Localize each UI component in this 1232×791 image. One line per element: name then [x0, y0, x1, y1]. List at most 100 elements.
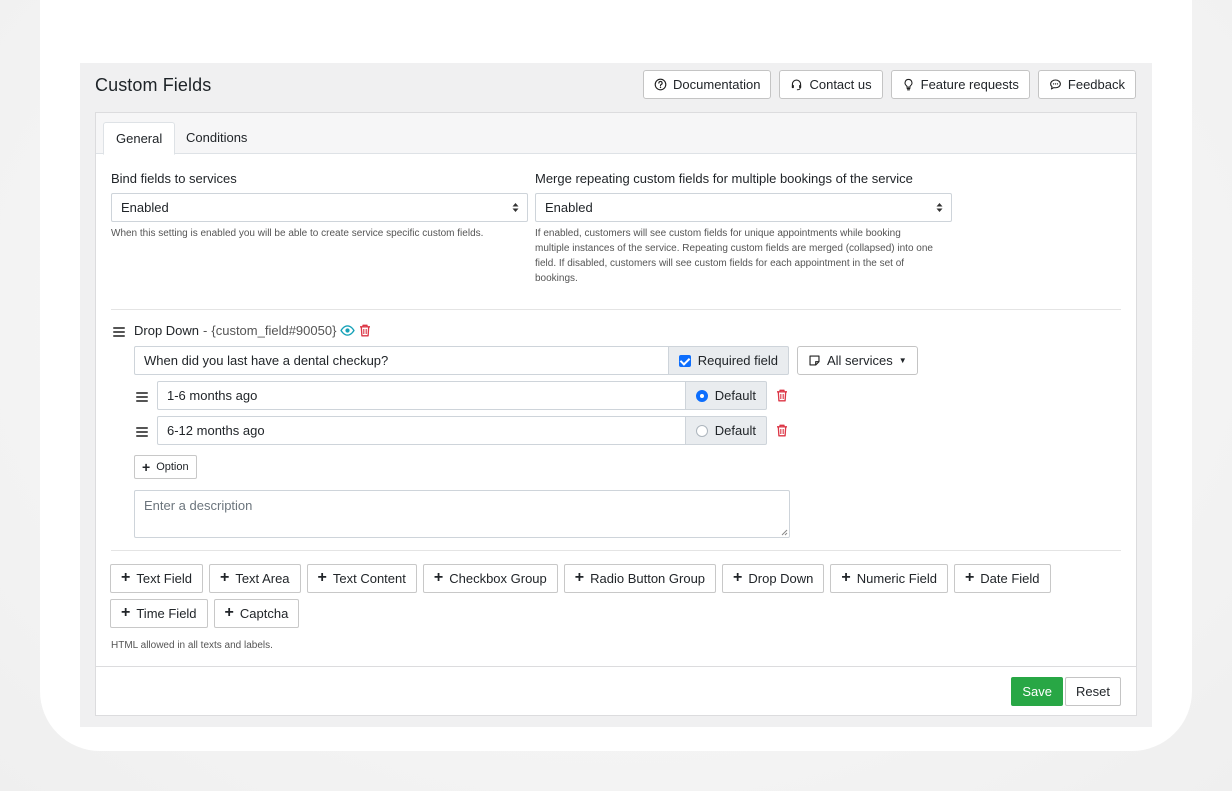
question-input[interactable]: When did you last have a dental checkup? [134, 346, 669, 375]
description-textarea[interactable]: Enter a description [134, 490, 790, 538]
add-time-field-button[interactable]: + Time Field [110, 599, 208, 628]
tab-conditions[interactable]: Conditions [174, 122, 259, 155]
page-title: Custom Fields [95, 75, 212, 95]
plus-icon: + [733, 569, 743, 586]
tabs-bar: General Conditions [96, 113, 1136, 155]
resize-handle-icon[interactable] [781, 529, 788, 536]
add-button-label: Radio Button Group [590, 571, 706, 586]
bind-fields-value: Enabled [121, 200, 169, 215]
add-option-button[interactable]: + Option [134, 455, 197, 479]
option-value-input[interactable]: 1-6 months ago [157, 381, 686, 410]
add-date-field-button[interactable]: + Date Field [953, 564, 1051, 593]
add-radio-button-group-button[interactable]: + Radio Button Group [563, 564, 717, 593]
option-row: 6-12 months ago Default [157, 416, 767, 445]
option-value-input[interactable]: 6-12 months ago [157, 416, 686, 445]
contact-us-button[interactable]: Contact us [779, 70, 883, 99]
drag-handle-icon[interactable] [113, 327, 125, 337]
field-code: {custom_field#90050} [211, 323, 337, 338]
option-row: 1-6 months ago Default [157, 381, 767, 410]
add-button-label: Captcha [239, 606, 289, 621]
settings-panel: General Conditions Bind fields to servic… [95, 112, 1137, 716]
contact-us-label: Contact us [809, 77, 872, 92]
add-button-label: Date Field [980, 571, 1040, 586]
add-text-content-button[interactable]: + Text Content [306, 564, 417, 593]
headset-icon [792, 79, 802, 91]
add-button-label: Drop Down [748, 571, 814, 586]
save-button[interactable]: Save [1011, 677, 1063, 706]
merge-help-line: If enabled, customers will see custom fi… [535, 228, 901, 239]
documentation-label: Documentation [673, 77, 761, 92]
add-text-field-button[interactable]: + Text Field [110, 564, 203, 593]
divider [111, 309, 1121, 310]
trash-icon[interactable] [776, 424, 788, 437]
add-field-buttons: + Text Field + Text Area + Text Content + Ch… [110, 564, 1051, 593]
plus-icon: + [964, 569, 975, 586]
merge-fields-value: Enabled [545, 200, 593, 215]
default-radio[interactable] [695, 389, 708, 402]
documentation-button[interactable]: Documentation [643, 70, 772, 99]
merge-help-line: bookings. [535, 273, 578, 284]
bind-fields-help: When this setting is enabled you will be… [111, 228, 484, 239]
add-text-area-button[interactable]: + Text Area [208, 564, 301, 593]
add-numeric-field-button[interactable]: + Numeric Field [830, 564, 948, 593]
question-input-group: When did you last have a dental checkup?… [134, 346, 789, 375]
merge-fields-help: If enabled, customers will see custom fi… [535, 226, 965, 286]
feedback-button[interactable]: Feedback [1037, 70, 1136, 99]
add-captcha-button[interactable]: + Captcha [213, 599, 300, 628]
plus-icon: + [121, 569, 131, 586]
merge-fields-label: Merge repeating custom fields for multip… [535, 171, 913, 186]
panel-footer: Save Reset [96, 666, 1136, 715]
chat-icon [1050, 79, 1061, 90]
drag-handle-icon[interactable] [136, 392, 148, 402]
merge-fields-select[interactable]: Enabled [535, 193, 952, 222]
required-field-label: Required field [697, 353, 778, 368]
add-button-label: Text Content [332, 571, 406, 586]
add-button-label: Text Area [235, 571, 290, 586]
default-toggle[interactable]: Default [685, 416, 767, 445]
add-button-label: Numeric Field [856, 571, 937, 586]
required-field-toggle[interactable]: Required field [668, 346, 789, 375]
reset-button[interactable]: Reset [1065, 677, 1121, 706]
eye-icon[interactable] [340, 325, 356, 336]
plus-icon: + [224, 604, 234, 621]
feedback-label: Feedback [1067, 77, 1125, 92]
header-toolbar: Documentation Contact us Feature request… [643, 70, 1136, 99]
plus-icon: + [841, 569, 851, 586]
plus-icon: + [574, 569, 585, 586]
add-button-label: Checkbox Group [449, 571, 547, 586]
add-field-buttons-row2: + Time Field + Captcha [110, 599, 300, 628]
bind-fields-select[interactable]: Enabled [111, 193, 528, 222]
note-icon [809, 355, 820, 366]
plus-icon: + [121, 604, 131, 621]
plus-icon: + [142, 458, 151, 475]
plus-icon: + [317, 569, 327, 586]
custom-fields-app: Custom Fields Documentation Contact us F… [80, 63, 1152, 727]
description-placeholder: Enter a description [144, 498, 253, 513]
trash-icon[interactable] [359, 324, 371, 337]
plus-icon: + [433, 569, 444, 586]
field-separator: - [203, 323, 208, 338]
add-checkbox-group-button[interactable]: + Checkbox Group [422, 564, 558, 593]
default-radio[interactable] [695, 424, 708, 437]
merge-help-line: field. If disabled, customers will see c… [535, 258, 905, 269]
lightbulb-icon [904, 78, 913, 91]
drag-handle-icon[interactable] [136, 427, 148, 437]
add-drop-down-button[interactable]: + Drop Down [722, 564, 825, 593]
default-toggle[interactable]: Default [685, 381, 767, 410]
trash-icon[interactable] [776, 389, 788, 402]
question-circle-icon [654, 78, 667, 91]
add-option-label: Option [156, 461, 189, 473]
select-arrows-icon [936, 202, 943, 213]
feature-requests-button[interactable]: Feature requests [890, 70, 1030, 99]
caret-down-icon: ▼ [898, 356, 907, 365]
required-checkbox[interactable] [678, 354, 691, 367]
default-label: Default [714, 423, 756, 438]
add-button-label: Time Field [136, 606, 197, 621]
all-services-label: All services [827, 353, 893, 368]
add-button-label: Text Field [136, 571, 192, 586]
select-arrows-icon [512, 202, 519, 213]
tab-general[interactable]: General [103, 122, 176, 155]
all-services-dropdown[interactable]: All services ▼ [797, 346, 918, 375]
feature-requests-label: Feature requests [920, 77, 1019, 92]
bind-fields-label: Bind fields to services [111, 171, 237, 186]
